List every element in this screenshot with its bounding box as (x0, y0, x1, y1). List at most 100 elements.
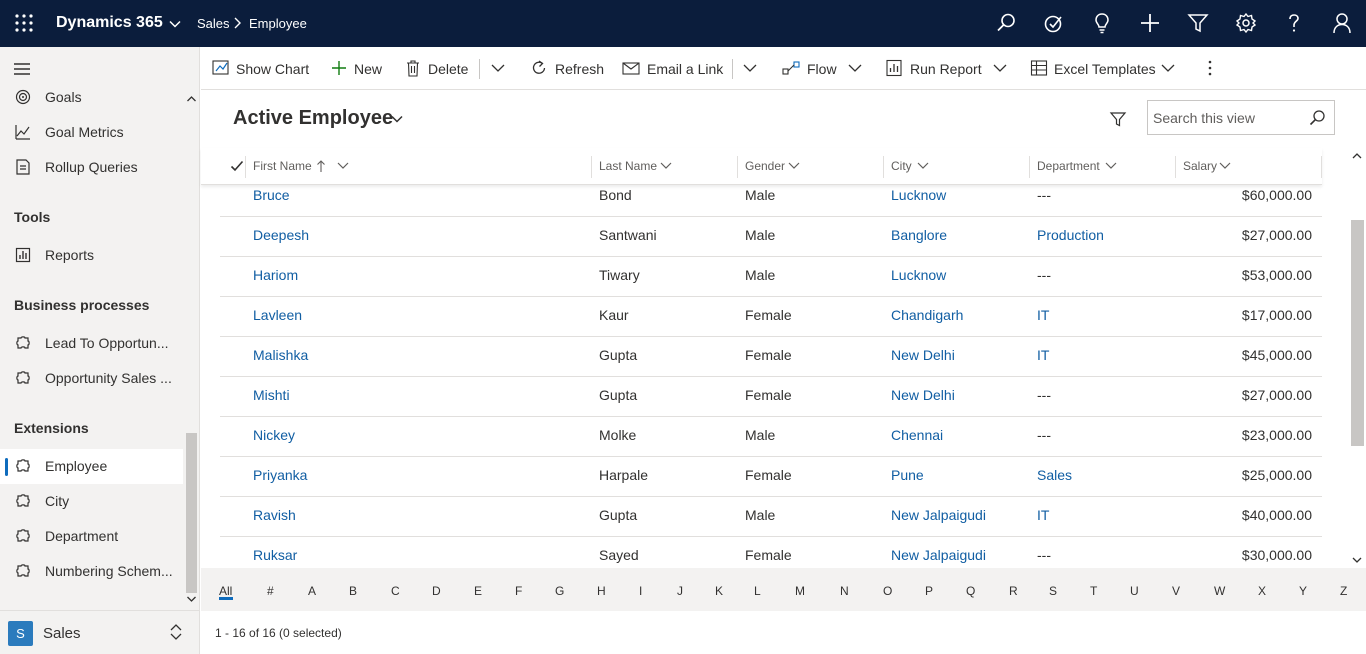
cell-first-name[interactable]: Malishka (253, 347, 308, 363)
chevron-down-icon[interactable] (168, 17, 182, 31)
table-row[interactable]: Priyanka Harpale Female Pune Sales $25,0… (220, 457, 1322, 497)
jump-hash[interactable]: # (267, 584, 274, 598)
show-chart-button[interactable]: Show Chart (212, 59, 312, 79)
settings-icon[interactable] (1235, 12, 1257, 34)
hamburger-menu-icon[interactable] (13, 62, 31, 76)
jump-t[interactable]: T (1090, 584, 1097, 598)
area-switcher[interactable]: S Sales (0, 610, 200, 654)
column-header-gender[interactable]: Gender (745, 159, 785, 173)
cell-first-name[interactable]: Ravish (253, 507, 296, 523)
jump-c[interactable]: C (391, 584, 400, 598)
column-header-first-name[interactable]: First Name (253, 159, 312, 173)
jump-h[interactable]: H (597, 584, 606, 598)
cell-first-name[interactable]: Priyanka (253, 467, 307, 483)
jump-q[interactable]: Q (966, 584, 975, 598)
breadcrumb-area[interactable]: Sales (197, 16, 230, 31)
filter-icon[interactable] (1187, 12, 1209, 34)
cell-city[interactable]: New Delhi (891, 347, 955, 363)
email-link-button[interactable]: Email a Link (622, 59, 723, 79)
cell-department[interactable]: Production (1037, 227, 1104, 243)
more-commands-chevron[interactable] (489, 59, 507, 79)
refresh-button[interactable]: Refresh (530, 59, 605, 79)
table-row[interactable]: Deepesh Santwani Male Banglore Productio… (220, 217, 1322, 257)
sidebar-item-rollup-queries[interactable]: Rollup Queries (0, 150, 183, 185)
cell-department[interactable]: IT (1037, 507, 1049, 523)
new-button[interactable]: New (330, 59, 390, 79)
column-header-department[interactable]: Department (1037, 159, 1100, 173)
jump-v[interactable]: V (1172, 584, 1180, 598)
edit-filters-icon[interactable] (1109, 110, 1127, 128)
chevron-down-icon[interactable] (390, 112, 404, 126)
jump-d[interactable]: D (432, 584, 441, 598)
excel-templates-button[interactable]: Excel Templates (1030, 59, 1188, 79)
jump-i[interactable]: I (639, 584, 642, 598)
jump-n[interactable]: N (840, 584, 849, 598)
cell-first-name[interactable]: Bruce (253, 187, 290, 203)
cell-city[interactable]: Chandigarh (891, 307, 963, 323)
table-row[interactable]: Lavleen Kaur Female Chandigarh IT $17,00… (220, 297, 1322, 337)
flow-button[interactable]: Flow (782, 59, 862, 79)
cell-city[interactable]: Pune (891, 467, 924, 483)
sidebar-item-department[interactable]: Department (0, 519, 183, 554)
jump-w[interactable]: W (1214, 584, 1225, 598)
cell-city[interactable]: New Delhi (891, 387, 955, 403)
jump-r[interactable]: R (1009, 584, 1018, 598)
help-icon[interactable] (1283, 12, 1305, 34)
table-row[interactable]: Nickey Molke Male Chennai --- $23,000.00 (220, 417, 1322, 457)
column-header-salary[interactable]: Salary (1183, 159, 1217, 173)
cell-city[interactable]: New Jalpaigudi (891, 547, 986, 563)
cell-first-name[interactable]: Mishti (253, 387, 290, 403)
run-report-button[interactable]: Run Report (885, 59, 1010, 79)
jump-o[interactable]: O (883, 584, 892, 598)
table-row[interactable]: Hariom Tiwary Male Lucknow --- $53,000.0… (220, 257, 1322, 297)
jump-y[interactable]: Y (1299, 584, 1307, 598)
cell-city[interactable]: Chennai (891, 427, 943, 443)
table-row[interactable]: Malishka Gupta Female New Delhi IT $45,0… (220, 337, 1322, 377)
search-icon[interactable] (1308, 109, 1326, 127)
cell-first-name[interactable]: Hariom (253, 267, 298, 283)
jump-l[interactable]: L (754, 584, 761, 598)
jump-f[interactable]: F (515, 584, 522, 598)
sidebar-item-city[interactable]: City (0, 484, 183, 519)
table-row[interactable]: Ruksar Sayed Female New Jalpaigudi --- $… (220, 537, 1322, 568)
cell-first-name[interactable]: Deepesh (253, 227, 309, 243)
user-icon[interactable] (1331, 12, 1353, 34)
jump-s[interactable]: S (1049, 584, 1057, 598)
delete-button[interactable]: Delete (404, 59, 474, 79)
app-title[interactable]: Dynamics 365 (56, 14, 163, 32)
overflow-menu-icon[interactable] (1201, 59, 1219, 79)
sidebar-item-goals[interactable]: Goals (0, 80, 183, 115)
assistant-icon[interactable] (1043, 12, 1065, 34)
jump-j[interactable]: J (677, 584, 683, 598)
cell-first-name[interactable]: Ruksar (253, 547, 297, 563)
search-input[interactable] (1153, 108, 1303, 128)
jump-g[interactable]: G (555, 584, 564, 598)
sidebar-item-employee[interactable]: Employee (0, 449, 183, 484)
sidebar-item-opportunity-sales[interactable]: Opportunity Sales ... (0, 361, 183, 396)
table-row[interactable]: Mishti Gupta Female New Delhi --- $27,00… (220, 377, 1322, 417)
lightbulb-icon[interactable] (1091, 12, 1113, 34)
jump-z[interactable]: Z (1340, 584, 1347, 598)
jump-x[interactable]: X (1258, 584, 1266, 598)
jump-k[interactable]: K (715, 584, 723, 598)
plus-icon[interactable] (1139, 12, 1161, 34)
cell-first-name[interactable]: Lavleen (253, 307, 302, 323)
jump-m[interactable]: M (795, 584, 805, 598)
cell-department[interactable]: Sales (1037, 467, 1072, 483)
table-row[interactable]: Ravish Gupta Male New Jalpaigudi IT $40,… (220, 497, 1322, 537)
cell-department[interactable]: IT (1037, 347, 1049, 363)
cell-first-name[interactable]: Nickey (253, 427, 295, 443)
jump-p[interactable]: P (925, 584, 933, 598)
sidebar-item-goal-metrics[interactable]: Goal Metrics (0, 115, 183, 150)
sidebar-item-numbering-scheme[interactable]: Numbering Schem... (0, 554, 183, 589)
cell-city[interactable]: Lucknow (891, 187, 946, 203)
search-icon[interactable] (995, 12, 1017, 34)
more-email-chevron[interactable] (741, 59, 759, 79)
cell-city[interactable]: New Jalpaigudi (891, 507, 986, 523)
cell-department[interactable]: IT (1037, 307, 1049, 323)
select-all-checkmark-icon[interactable] (230, 159, 244, 173)
jump-u[interactable]: U (1130, 584, 1139, 598)
jump-a[interactable]: A (308, 584, 316, 598)
jump-e[interactable]: E (474, 584, 482, 598)
breadcrumb-entity[interactable]: Employee (249, 16, 307, 31)
